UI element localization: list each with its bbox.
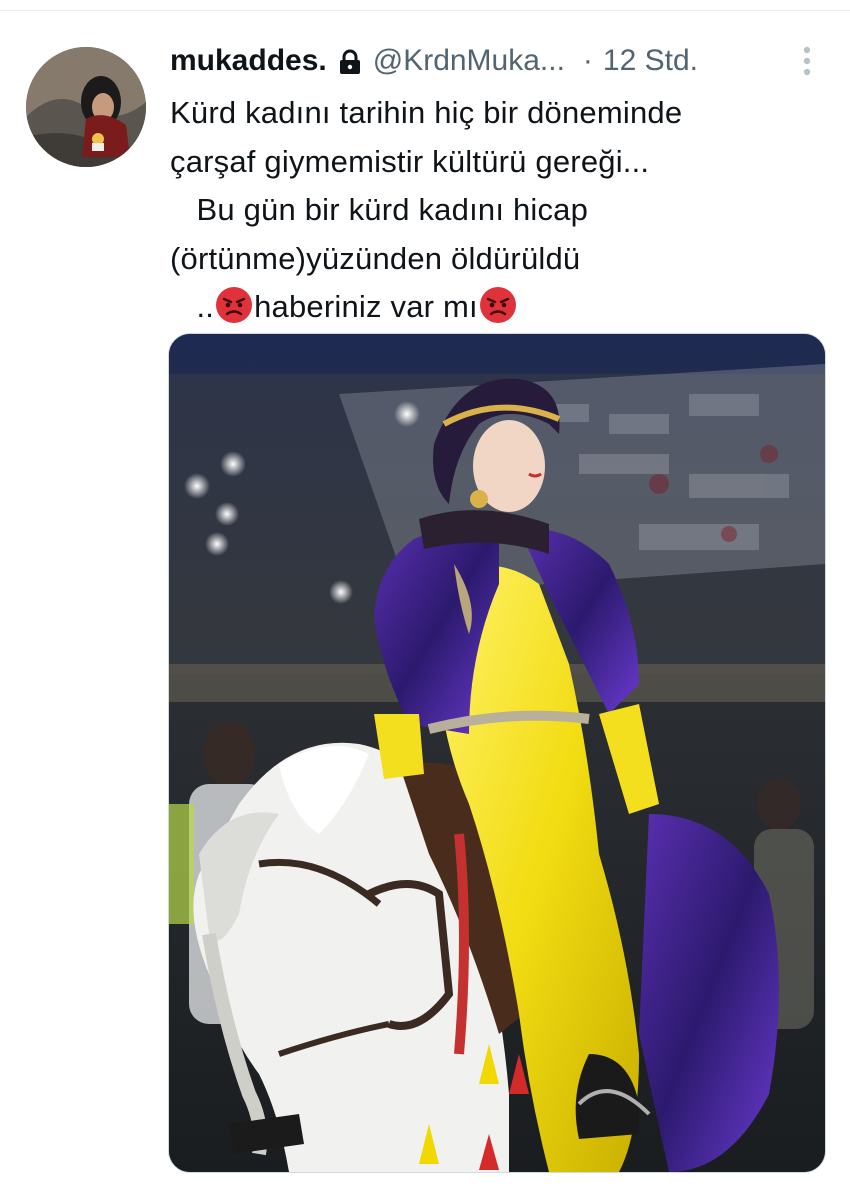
avatar[interactable] bbox=[26, 47, 146, 167]
handle[interactable]: @KrdnMuka... bbox=[373, 44, 565, 78]
angry-face-emoji bbox=[478, 285, 518, 325]
top-divider bbox=[0, 0, 850, 11]
tweet-text: Kürd kadını tarihin hiç bir döneminde ça… bbox=[170, 89, 830, 332]
photo-rider-on-white-horse bbox=[169, 334, 825, 1172]
tweet-text-last-line: .. haberiniz var mı bbox=[170, 283, 830, 332]
timestamp[interactable]: 12 Std. bbox=[603, 44, 698, 78]
tweet-text-line: (örtünme)yüzünden öldürüldü bbox=[170, 240, 581, 276]
tweet-text-line: Bu gün bir kürd kadını hicap bbox=[170, 192, 589, 227]
tweet-text-line: Kürd kadını tarihin hiç bir döneminde bbox=[170, 95, 683, 130]
angry-face-emoji bbox=[214, 285, 254, 325]
avatar-image bbox=[26, 47, 146, 167]
tweet-header: mukaddes. @KrdnMuka... · 12 Std. bbox=[170, 41, 830, 81]
tweet-media-photo[interactable] bbox=[168, 333, 826, 1173]
separator-dot: · bbox=[582, 44, 593, 77]
more-vertical-icon[interactable] bbox=[800, 43, 814, 79]
display-name[interactable]: mukaddes. bbox=[170, 44, 327, 78]
tweet-text-prefix: .. bbox=[170, 289, 215, 324]
tweet-text-tail: haberiniz var mı bbox=[254, 289, 478, 324]
lock-icon bbox=[337, 49, 363, 75]
tweet-text-line: çarşaf giymemistir kültürü gereği... bbox=[170, 143, 650, 179]
tweet[interactable]: mukaddes. @KrdnMuka... · 12 Std. Kürd ka… bbox=[0, 11, 850, 1200]
